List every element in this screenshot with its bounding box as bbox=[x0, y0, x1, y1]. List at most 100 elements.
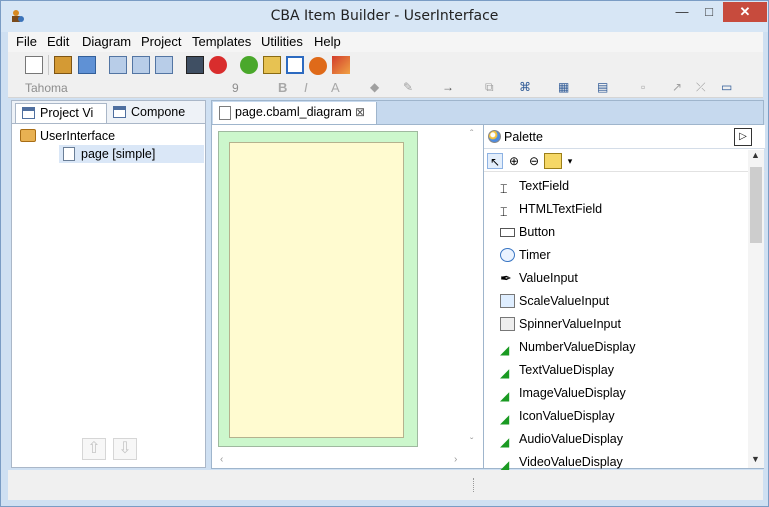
palette-item-imagevaluedisplay[interactable]: ◢ ImageValueDisplay bbox=[500, 383, 730, 403]
export-icon[interactable] bbox=[132, 56, 150, 74]
palette-item-textvaluedisplay[interactable]: ◢ TextValueDisplay bbox=[500, 360, 730, 380]
view-icon bbox=[22, 107, 35, 119]
distribute-icon[interactable]: ▤ bbox=[597, 80, 615, 98]
note-dropdown-icon[interactable]: ▾ bbox=[562, 153, 578, 169]
palette-item-audiovaluedisplay[interactable]: ◢ AudioValueDisplay bbox=[500, 429, 730, 449]
menu-help[interactable]: Help bbox=[314, 34, 341, 49]
folder-icon bbox=[20, 129, 36, 142]
textvaluedisplay-icon: ◢ bbox=[500, 366, 510, 380]
tab-components[interactable]: Compone bbox=[107, 103, 204, 123]
note-icon[interactable] bbox=[544, 153, 562, 169]
palette-item-htmltextfield[interactable]: ⌶ HTMLTextField bbox=[500, 199, 730, 219]
open-project-icon[interactable] bbox=[54, 56, 72, 74]
diagram-file-icon bbox=[219, 106, 231, 120]
timer-icon bbox=[500, 248, 515, 262]
tree-page-item[interactable]: page [simple] bbox=[59, 145, 204, 163]
scroll-down-icon[interactable]: ˇ bbox=[470, 437, 473, 448]
scroll-right-icon[interactable]: › bbox=[454, 454, 457, 465]
palette-icon bbox=[488, 130, 501, 143]
title-bar: CBA Item Builder - UserInterface — □ ✕ bbox=[1, 1, 768, 32]
connector-icon[interactable] bbox=[332, 56, 350, 74]
palette-title: Palette bbox=[504, 130, 543, 144]
preview-icon[interactable] bbox=[155, 56, 173, 74]
palette-item-numbervaluedisplay[interactable]: ◢ NumberValueDisplay bbox=[500, 337, 730, 357]
status-divider bbox=[473, 478, 474, 492]
screen-icon[interactable] bbox=[186, 56, 204, 74]
tab-project-view[interactable]: Project Vi bbox=[15, 103, 107, 123]
palette-item-videovaluedisplay[interactable]: ◢ VideoValueDisplay bbox=[500, 452, 730, 472]
run-icon[interactable] bbox=[240, 56, 258, 74]
palette-collapse-button[interactable]: ▷ bbox=[734, 128, 752, 146]
diagram-editor: ˆ ˇ ‹ › Palette ▷ ↖ ⊕ ⊖ ▾ ⌶ TextField ⌶ … bbox=[211, 124, 765, 472]
frame-icon[interactable]: ▭ bbox=[721, 80, 739, 98]
tree-root-label: UserInterface bbox=[40, 129, 116, 143]
palette-item-textfield[interactable]: ⌶ TextField bbox=[500, 176, 730, 196]
palette-item-button[interactable]: Button bbox=[500, 222, 730, 242]
tab-components-label: Compone bbox=[131, 105, 186, 119]
palette-item-iconvaluedisplay[interactable]: ◢ IconValueDisplay bbox=[500, 406, 730, 426]
new-file-icon[interactable] bbox=[25, 56, 43, 74]
italic-button[interactable]: I bbox=[304, 80, 308, 95]
fill-color-icon[interactable]: ◆ bbox=[370, 80, 388, 98]
palette-scroll-thumb[interactable] bbox=[750, 167, 762, 243]
edit-icon[interactable] bbox=[263, 56, 281, 74]
palette-panel: Palette ▷ ↖ ⊕ ⊖ ▾ ⌶ TextField ⌶ HTMLTextFi… bbox=[483, 125, 765, 472]
layout-icon[interactable] bbox=[286, 56, 304, 74]
font-family-combo[interactable]: Tahoma bbox=[25, 79, 225, 97]
bold-button[interactable]: B bbox=[278, 80, 287, 95]
maximize-button[interactable]: □ bbox=[696, 2, 722, 22]
page-frame[interactable] bbox=[218, 131, 418, 447]
move-up-button[interactable]: ⇧ bbox=[82, 438, 106, 460]
page-content-area[interactable] bbox=[229, 142, 404, 438]
copy-format-icon[interactable]: ⧉ bbox=[485, 80, 503, 98]
palette-item-timer[interactable]: Timer bbox=[500, 245, 730, 265]
minimize-button[interactable]: — bbox=[669, 2, 695, 22]
page-icon bbox=[63, 147, 75, 161]
left-tabs: Project Vi Compone bbox=[12, 101, 205, 124]
save-project-icon[interactable] bbox=[78, 56, 96, 74]
close-button[interactable]: ✕ bbox=[723, 2, 767, 22]
menu-file[interactable]: File bbox=[16, 34, 37, 49]
palette-scroll-up-icon[interactable]: ▲ bbox=[751, 150, 760, 160]
palette-scroll-down-icon[interactable]: ▼ bbox=[751, 454, 760, 464]
stop-icon[interactable] bbox=[209, 56, 227, 74]
route-reset-icon[interactable]: ⤫ bbox=[696, 80, 714, 98]
palette-scrollbar[interactable]: ▲ ▼ bbox=[748, 150, 764, 468]
scroll-left-icon[interactable]: ‹ bbox=[220, 454, 223, 465]
menu-diagram[interactable]: Diagram bbox=[82, 34, 131, 49]
menu-utilities[interactable]: Utilities bbox=[261, 34, 303, 49]
app-window: CBA Item Builder - UserInterface — □ ✕ F… bbox=[0, 0, 769, 507]
tree-root[interactable]: UserInterface bbox=[20, 127, 116, 145]
route-icon[interactable]: ↗ bbox=[672, 80, 690, 98]
zoom-in-icon[interactable]: ⊕ bbox=[506, 153, 522, 169]
menu-templates[interactable]: Templates bbox=[192, 34, 251, 49]
diagram-canvas[interactable]: ˆ ˇ ‹ › bbox=[218, 129, 476, 465]
palette-item-spinnervalueinput[interactable]: SpinnerValueInput bbox=[500, 314, 730, 334]
editor-tab-close-icon[interactable]: ⊠ bbox=[355, 102, 365, 123]
vertical-scrollbar[interactable]: ˆ ˇ bbox=[468, 129, 482, 457]
arrow-style-icon[interactable]: → bbox=[442, 80, 460, 98]
align-icon[interactable]: ▦ bbox=[558, 80, 576, 98]
tab-project-view-label: Project Vi bbox=[40, 106, 94, 120]
editor-tab-page[interactable]: page.cbaml_diagram ⊠ bbox=[213, 102, 377, 124]
zoom-out-icon[interactable]: ⊖ bbox=[526, 153, 542, 169]
iconvaluedisplay-icon: ◢ bbox=[500, 412, 510, 426]
pointer-icon[interactable]: ↖ bbox=[487, 153, 503, 169]
menu-edit[interactable]: Edit bbox=[47, 34, 69, 49]
menu-project[interactable]: Project bbox=[141, 34, 181, 49]
palette-item-valueinput[interactable]: ✒ ValueInput bbox=[500, 268, 730, 288]
font-color-button[interactable]: A bbox=[331, 80, 340, 95]
grid-icon[interactable]: ▫ bbox=[641, 80, 659, 98]
import-icon[interactable] bbox=[109, 56, 127, 74]
font-size-combo[interactable]: 9 bbox=[232, 79, 264, 97]
shape-icon[interactable] bbox=[309, 57, 327, 75]
valueinput-icon: ✒ bbox=[500, 270, 512, 286]
horizontal-scrollbar[interactable]: ‹ › bbox=[218, 453, 468, 467]
line-color-icon[interactable]: ✎ bbox=[403, 80, 421, 98]
imagevaluedisplay-icon: ◢ bbox=[500, 389, 510, 403]
scroll-up-icon[interactable]: ˆ bbox=[470, 129, 473, 140]
arrange-icon[interactable]: ⌘ bbox=[519, 80, 537, 98]
palette-item-scalevalueinput[interactable]: ScaleValueInput bbox=[500, 291, 730, 311]
move-down-button[interactable]: ⇩ bbox=[113, 438, 137, 460]
editor-tab-bar: page.cbaml_diagram ⊠ bbox=[211, 100, 764, 124]
